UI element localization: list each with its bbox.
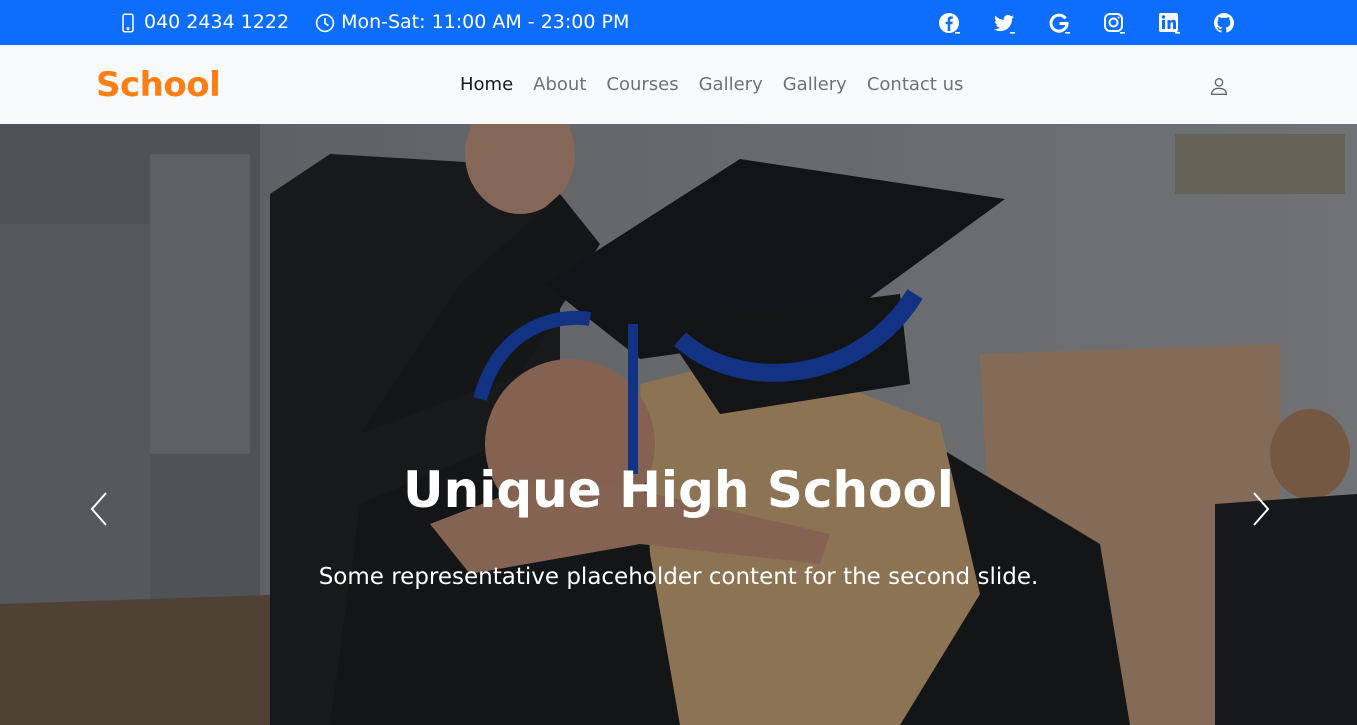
main-navbar: School Home About Courses Gallery Galler… [0,45,1357,124]
facebook-link[interactable] [936,10,962,36]
google-link[interactable] [1046,10,1072,36]
instagram-link[interactable] [1101,10,1127,36]
facebook-icon [939,12,960,34]
contact-info: 040 2434 1222 Mon-Sat: 11:00 AM - 23:00 … [118,0,629,45]
hero-carousel: Unique High School Some representative p… [0,124,1357,725]
hero-title: Unique High School [403,461,954,519]
social-links [936,0,1237,45]
nav-link-about[interactable]: About [523,66,596,103]
top-contact-bar: 040 2434 1222 Mon-Sat: 11:00 AM - 23:00 … [0,0,1357,45]
user-icon[interactable] [1208,75,1230,97]
hours-info: Mon-Sat: 11:00 AM - 23:00 PM [315,13,629,33]
opening-hours: Mon-Sat: 11:00 AM - 23:00 PM [341,11,630,33]
linkedin-icon [1159,12,1180,34]
linkedin-link[interactable] [1156,10,1182,36]
github-icon [1214,12,1234,33]
phone-contact: 040 2434 1222 [118,13,289,33]
primary-nav: Home About Courses Gallery Gallery Conta… [450,45,973,124]
nav-link-courses[interactable]: Courses [596,66,688,103]
clock-icon [315,13,335,32]
nav-link-gallery[interactable]: Gallery [689,66,773,103]
nav-link-home[interactable]: Home [450,66,523,103]
brand-logo[interactable]: School [96,65,221,105]
chevron-left-icon[interactable] [84,489,114,529]
twitter-link[interactable] [991,10,1017,36]
instagram-icon [1104,12,1125,34]
hero-background-image [0,124,1357,725]
nav-link-gallery-2[interactable]: Gallery [773,66,857,103]
github-link[interactable] [1211,10,1237,36]
twitter-icon [994,14,1015,34]
hero-subtitle: Some representative placeholder content … [318,564,1039,590]
chevron-right-icon[interactable] [1246,489,1276,529]
mobile-phone-icon [122,13,134,32]
google-icon [1049,13,1070,34]
phone-number: 040 2434 1222 [144,11,290,33]
nav-link-contact-us[interactable]: Contact us [857,66,974,103]
